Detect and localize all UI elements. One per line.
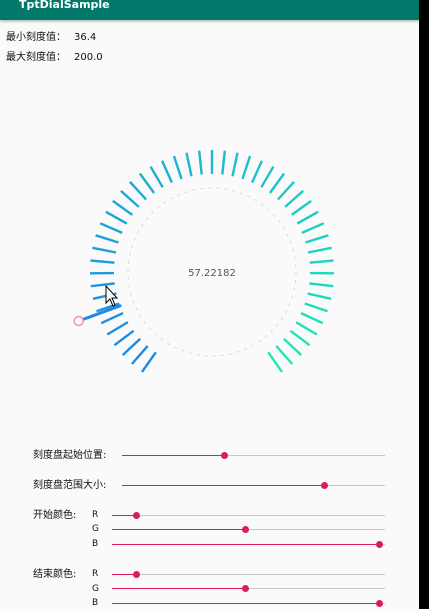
max-scale-label: 最大刻度值： <box>6 52 66 63</box>
dial-tick <box>291 199 312 216</box>
dial-tick <box>284 190 304 208</box>
dial-tick <box>309 282 334 288</box>
dial-view[interactable]: 57.22182 <box>0 130 419 390</box>
dial-tick <box>277 180 295 201</box>
max-scale-row: 最大刻度值： 200.0 <box>6 52 103 64</box>
dial-tick <box>90 282 115 288</box>
app-window: TptDialSample 最小刻度值： 36.4 最大刻度值： 200.0 57.… <box>0 0 419 609</box>
dial-tick <box>141 351 157 373</box>
dial-tick <box>241 155 252 180</box>
min-scale-label: 最小刻度值： <box>6 32 66 43</box>
dial-tick <box>275 345 294 365</box>
end-color-r-slider[interactable] <box>112 571 385 578</box>
end-color-b-slider[interactable] <box>112 600 385 607</box>
mouse-cursor-icon <box>105 284 119 307</box>
slider-thumb[interactable] <box>133 512 141 519</box>
slider-thumb[interactable] <box>242 585 250 592</box>
dial-tick <box>129 180 147 201</box>
slider-thumb[interactable] <box>221 452 229 459</box>
slider-thumb[interactable] <box>376 541 384 548</box>
start-color-r-slider[interactable] <box>112 512 385 519</box>
app-title: TptDialSample <box>19 0 110 11</box>
dial-tick <box>307 246 332 254</box>
range-size-label: 刻度盘范围大小: <box>33 480 107 491</box>
end-color-label: 结束颜色: <box>33 569 77 580</box>
dial-tick <box>295 321 318 336</box>
slider-thumb[interactable] <box>376 600 384 607</box>
screen-edge <box>419 0 429 609</box>
dial-tick <box>268 172 286 194</box>
dial-tick <box>289 329 311 347</box>
app-bar: TptDialSample <box>0 0 419 20</box>
range-size-slider[interactable] <box>122 482 385 489</box>
start-color-label: 开始颜色: <box>33 510 77 521</box>
max-scale-value: 200.0 <box>74 52 103 63</box>
start-position-label: 刻度盘起始位置: <box>33 450 107 461</box>
dial-tick <box>90 259 115 264</box>
end-color-g-slider[interactable] <box>112 585 385 592</box>
start-color-g-label: G <box>92 524 99 534</box>
slider-thumb[interactable] <box>133 571 141 578</box>
min-scale-row: 最小刻度值： 36.4 <box>6 32 96 44</box>
start-color-b-label: B <box>92 539 99 549</box>
dial-value: 57.22182 <box>188 268 236 279</box>
dial-tick <box>138 172 156 194</box>
min-scale-value: 36.4 <box>74 32 97 43</box>
dial-tick <box>92 246 117 254</box>
dial-tick <box>305 234 329 244</box>
start-color-b-slider[interactable] <box>112 541 385 548</box>
dial-tick <box>172 155 183 180</box>
start-color-r-label: R <box>92 510 99 520</box>
dial-tick <box>112 199 133 216</box>
end-color-b-label: B <box>92 598 99 608</box>
slider-thumb[interactable] <box>321 482 328 489</box>
dial-tick <box>100 312 124 325</box>
end-color-r-label: R <box>92 569 99 579</box>
dial-tick <box>121 337 142 356</box>
end-color-g-label: G <box>92 584 99 594</box>
dial-tick <box>251 160 263 184</box>
dial-tick <box>307 292 332 300</box>
dial-tick <box>130 345 149 365</box>
dial-tick <box>260 165 275 188</box>
start-position-slider[interactable] <box>122 452 385 459</box>
dial-tick <box>300 312 324 325</box>
dial-tick <box>161 160 173 184</box>
dial-tick <box>95 234 119 244</box>
start-color-g-slider[interactable] <box>112 526 385 533</box>
dial-tick <box>105 210 128 225</box>
dial-tick <box>282 337 303 356</box>
slider-thumb[interactable] <box>242 526 250 533</box>
pointer-knob[interactable] <box>73 315 84 327</box>
dial-tick <box>113 329 135 347</box>
dial-tick <box>309 259 334 264</box>
dial-tick <box>221 150 226 175</box>
dial-tick <box>106 321 129 336</box>
dial-pointer[interactable] <box>77 304 122 323</box>
dial-tick <box>198 150 203 175</box>
dial-tick <box>301 222 325 234</box>
dial-tick <box>120 190 140 208</box>
dial-tick <box>99 222 123 234</box>
dial-ticks <box>89 150 335 373</box>
dial-tick <box>296 210 319 225</box>
dial-tick <box>149 165 164 188</box>
dial-tick <box>267 351 283 373</box>
dial-tick <box>231 152 239 177</box>
dial-tick <box>185 152 193 177</box>
dial-tick <box>304 302 328 313</box>
